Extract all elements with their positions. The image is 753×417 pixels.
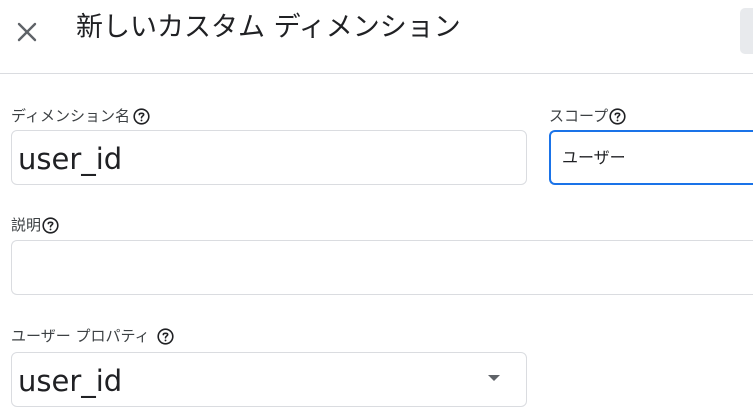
- user-property-label-text: ユーザー プロパティ: [11, 327, 150, 345]
- dimension-name-label: ディメンション名: [11, 106, 150, 126]
- close-icon: [17, 22, 37, 42]
- user-property-value: user_id: [18, 364, 123, 398]
- dimension-name-field[interactable]: user_id: [11, 130, 527, 185]
- close-button[interactable]: [14, 19, 40, 45]
- dimension-name-value: user_id: [18, 142, 123, 176]
- scope-value: ユーザー: [562, 148, 626, 167]
- user-property-label: ユーザー プロパティ: [11, 326, 174, 346]
- chevron-down-icon: [488, 375, 500, 381]
- dimension-name-label-text: ディメンション名: [11, 107, 130, 125]
- scope-label: スコープ: [549, 106, 626, 126]
- save-button[interactable]: [740, 8, 753, 54]
- dialog-title: 新しいカスタム ディメンション: [76, 12, 461, 43]
- description-field[interactable]: [11, 240, 753, 295]
- help-icon[interactable]: [42, 216, 59, 234]
- description-label-text: 説明: [11, 216, 42, 234]
- scope-select[interactable]: ユーザー: [549, 130, 753, 185]
- user-property-select[interactable]: user_id: [11, 352, 527, 407]
- help-icon[interactable]: [156, 327, 174, 345]
- help-icon[interactable]: [133, 107, 150, 125]
- dialog-header: 新しいカスタム ディメンション: [0, 0, 753, 74]
- scope-label-text: スコープ: [549, 107, 609, 125]
- description-label: 説明: [11, 215, 59, 235]
- help-icon[interactable]: [609, 107, 626, 125]
